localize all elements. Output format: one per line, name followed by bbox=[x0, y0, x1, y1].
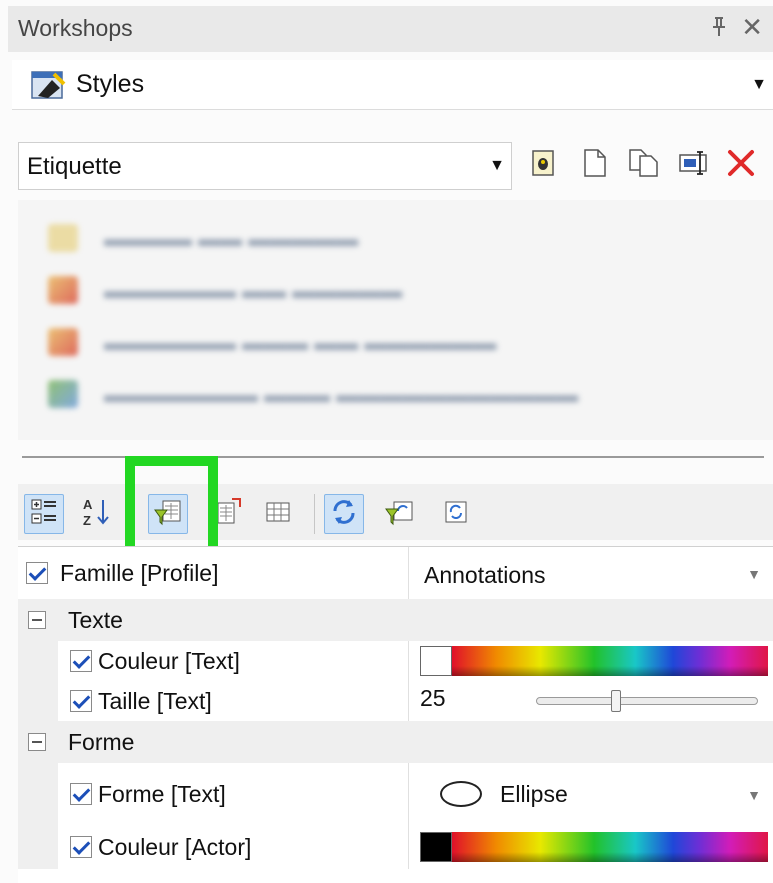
property-value[interactable] bbox=[410, 825, 773, 869]
grid-view-button[interactable] bbox=[258, 494, 298, 534]
edit-style-button[interactable] bbox=[524, 146, 562, 184]
panel-titlebar: Workshops ✕ bbox=[8, 6, 773, 52]
panel-title: Workshops bbox=[18, 15, 133, 41]
svg-text:A: A bbox=[83, 497, 93, 512]
list-item[interactable]: ▬▬▬▬▬▬ ▬▬ ▬▬▬▬▬ bbox=[48, 272, 648, 308]
styles-icon bbox=[30, 68, 68, 102]
ellipse-icon bbox=[440, 781, 482, 807]
filter-refresh-button[interactable] bbox=[380, 494, 420, 534]
style-combo-value: Etiquette bbox=[27, 153, 122, 180]
list-item[interactable]: ▬▬▬▬▬▬ ▬▬▬ ▬▬ ▬▬▬▬▬▬ bbox=[48, 324, 648, 360]
chevron-down-icon: ▼ bbox=[489, 157, 505, 174]
color-spectrum[interactable] bbox=[452, 832, 768, 862]
pin-icon[interactable] bbox=[709, 16, 729, 44]
property-label: Famille [Profile] bbox=[60, 560, 219, 586]
folder-icon bbox=[48, 328, 78, 356]
auto-refresh-icon bbox=[442, 498, 470, 531]
rename-style-icon bbox=[678, 149, 710, 182]
style-combo[interactable]: Etiquette ▼ bbox=[18, 142, 512, 190]
category-label: Forme bbox=[68, 729, 135, 755]
color-swatch[interactable] bbox=[420, 646, 452, 676]
property-row-shape[interactable]: Forme [Text] Ellipse ▼ bbox=[18, 763, 773, 825]
text-color-checkbox[interactable] bbox=[70, 650, 92, 672]
shape-checkbox[interactable] bbox=[70, 783, 92, 805]
svg-text:Z: Z bbox=[83, 513, 91, 528]
workshop-selector[interactable]: Styles ▼ bbox=[12, 60, 773, 110]
rename-style-button[interactable] bbox=[675, 146, 713, 184]
highlight-box bbox=[125, 456, 218, 556]
size-slider-thumb[interactable] bbox=[610, 690, 621, 712]
profile-checkbox[interactable] bbox=[26, 562, 48, 584]
property-label: Taille [Text] bbox=[98, 688, 212, 714]
property-row-text-size[interactable]: Taille [Text] 25 bbox=[18, 681, 773, 721]
workshop-selector-label: Styles bbox=[76, 70, 145, 98]
toolbar-separator bbox=[314, 494, 315, 534]
refresh-icon bbox=[329, 497, 359, 532]
property-row-actor-color[interactable]: Couleur [Actor] bbox=[18, 825, 773, 869]
color-swatch[interactable] bbox=[420, 832, 452, 862]
collapse-icon[interactable] bbox=[28, 733, 46, 751]
folder-icon bbox=[48, 276, 78, 304]
chevron-down-icon: ▼ bbox=[747, 566, 761, 582]
property-row-profile[interactable]: Famille [Profile] Annotations ▼ bbox=[18, 547, 773, 599]
text-size-checkbox[interactable] bbox=[70, 690, 92, 712]
categorized-view-icon bbox=[30, 498, 58, 531]
grid-view-icon bbox=[264, 499, 292, 530]
refresh-button[interactable] bbox=[324, 494, 364, 534]
list-item[interactable]: ▬▬▬▬ ▬▬ ▬▬▬▬▬ bbox=[48, 220, 648, 256]
property-row-text-color[interactable]: Couleur [Text] bbox=[18, 641, 773, 681]
chevron-down-icon: ▼ bbox=[751, 76, 767, 93]
refresh-icon bbox=[48, 380, 78, 408]
shape-value: Ellipse bbox=[500, 781, 568, 807]
duplicate-style-button[interactable] bbox=[625, 146, 663, 184]
property-value[interactable] bbox=[410, 641, 773, 681]
category-forme[interactable]: Forme bbox=[18, 721, 773, 763]
close-icon[interactable]: ✕ bbox=[741, 12, 763, 43]
property-label: Forme [Text] bbox=[98, 781, 226, 807]
property-label: Couleur [Actor] bbox=[98, 834, 252, 860]
property-value[interactable]: Annotations ▼ bbox=[410, 547, 773, 599]
color-spectrum[interactable] bbox=[452, 646, 768, 676]
workshops-panel: Workshops ✕ Styles ▼ Etiquette ▼ ▬▬▬▬ ▬▬… bbox=[0, 0, 773, 883]
filter-refresh-icon bbox=[384, 497, 416, 532]
text-size-value: 25 bbox=[420, 685, 446, 711]
chevron-down-icon: ▼ bbox=[747, 787, 761, 803]
list-item[interactable]: ▬▬▬▬▬▬▬ ▬▬▬ ▬▬▬▬▬▬▬▬▬▬▬ bbox=[48, 376, 648, 412]
style-commands-list: ▬▬▬▬ ▬▬ ▬▬▬▬▬ ▬▬▬▬▬▬ ▬▬ ▬▬▬▬▬ ▬▬▬▬▬▬ ▬▬▬… bbox=[18, 200, 773, 440]
delete-style-icon bbox=[726, 148, 756, 183]
property-value[interactable]: Ellipse ▼ bbox=[410, 763, 773, 825]
edit-style-icon bbox=[530, 149, 556, 182]
property-grid: Famille [Profile] Annotations ▼ Texte Co… bbox=[18, 546, 773, 883]
auto-refresh-button[interactable] bbox=[436, 494, 476, 534]
actor-color-checkbox[interactable] bbox=[70, 836, 92, 858]
alphabetical-sort-icon: AZ bbox=[81, 496, 111, 533]
property-page-icon bbox=[214, 497, 242, 532]
duplicate-style-icon bbox=[628, 148, 660, 183]
property-value[interactable]: 25 bbox=[410, 681, 773, 721]
category-texte[interactable]: Texte bbox=[18, 599, 773, 641]
property-label: Couleur [Text] bbox=[98, 648, 240, 674]
delete-style-button[interactable] bbox=[722, 146, 760, 184]
profile-value: Annotations bbox=[424, 562, 546, 588]
category-label: Texte bbox=[68, 607, 123, 633]
alphabetical-sort-button[interactable]: AZ bbox=[76, 494, 116, 534]
folder-icon bbox=[48, 224, 78, 252]
new-style-icon bbox=[582, 148, 608, 183]
new-style-button[interactable] bbox=[576, 146, 614, 184]
size-slider[interactable] bbox=[536, 697, 758, 705]
categorized-view-button[interactable] bbox=[24, 494, 64, 534]
collapse-icon[interactable] bbox=[28, 611, 46, 629]
